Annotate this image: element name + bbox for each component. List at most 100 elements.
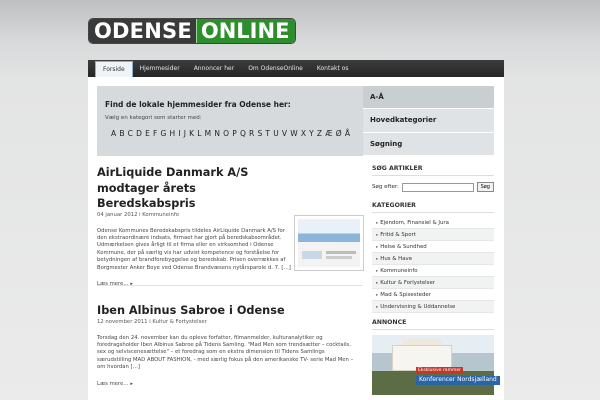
read-more-label: Læs mere... — [97, 280, 129, 287]
letter-link[interactable]: I — [178, 129, 180, 138]
nav-forside[interactable]: Forside — [95, 61, 133, 77]
letter-link[interactable]: W — [290, 129, 297, 138]
search-form: Søg efter: Søg — [372, 182, 494, 192]
search-button[interactable]: Søg — [476, 182, 494, 192]
letter-link[interactable]: N — [214, 129, 220, 138]
letter-link[interactable]: O — [223, 129, 229, 138]
tab-hovedkategorier[interactable]: Hovedkategorier — [363, 109, 494, 133]
content-area: Find de lokale hjemmesider fra Odense he… — [88, 77, 504, 400]
post-thumbnail[interactable] — [294, 215, 364, 271]
letter-link[interactable]: K — [189, 129, 194, 138]
letter-link[interactable]: C — [128, 129, 133, 138]
letter-link[interactable]: A — [111, 129, 116, 138]
arrow-right-icon: ▸ — [376, 221, 379, 226]
category-label: Mad & Spisesteder — [380, 292, 431, 298]
category-label: Fritid & Sport — [380, 232, 416, 238]
letter-link[interactable]: H — [170, 129, 176, 138]
logo-part-2: ONLINE — [195, 19, 296, 43]
ad-heading: ANNONCE — [372, 319, 494, 330]
letter-link[interactable]: T — [265, 129, 270, 138]
nav-annoncer-her[interactable]: Annoncer her — [187, 60, 242, 77]
read-more-link[interactable]: Læs mere... ▸ — [97, 381, 363, 387]
letter-link[interactable]: J — [184, 129, 186, 138]
letter-link[interactable]: Q — [240, 129, 246, 138]
sidebar: SØG ARTIKLER Søg efter: Søg KATEGORIER ▸… — [372, 165, 500, 395]
letter-link[interactable]: E — [145, 129, 150, 138]
nav-hjemmesider[interactable]: Hjemmesider — [133, 60, 187, 77]
category-label: Kommuneinfo — [380, 268, 418, 274]
tab-a-aa[interactable]: A-Å — [363, 86, 494, 110]
category-item[interactable]: ▸ Fritid & Sport — [372, 229, 494, 241]
letter-link[interactable]: B — [119, 129, 124, 138]
thumb-line — [326, 256, 352, 259]
directory-search-panel: Find de lokale hjemmesider fra Odense he… — [97, 86, 363, 156]
ad-brand: Konferencer Nordsjælland — [416, 376, 500, 385]
category-item[interactable]: ▸ Helse & Sundhed — [372, 241, 494, 253]
letter-link[interactable]: D — [136, 129, 142, 138]
nav-om-odenseonline[interactable]: Om OdenseOnline — [241, 60, 310, 77]
categories-heading: KATEGORIER — [372, 202, 494, 213]
panel-title: Find de lokale hjemmesider fra Odense he… — [105, 100, 291, 109]
letter-link[interactable]: Å — [345, 129, 350, 138]
post-title[interactable]: AirLiquide Danmark A/S modtager årets Be… — [97, 165, 295, 212]
search-label: Søg efter: — [372, 184, 399, 190]
letter-index: ABCDEFGHIJKLMNOPQRSTUVWXYZÆØÅ — [111, 129, 353, 138]
letter-link[interactable]: P — [232, 129, 237, 138]
post-title[interactable]: Iben Albinus Sabroe i Odense — [97, 303, 363, 319]
letter-link[interactable]: G — [161, 129, 167, 138]
letter-link[interactable]: S — [257, 129, 262, 138]
post-excerpt: Torsdag den 24. november kan du opleve f… — [97, 334, 354, 371]
nav-kontakt-os[interactable]: Kontakt os — [310, 60, 356, 77]
site-logo[interactable]: ODENSE ONLINE — [88, 18, 297, 44]
category-list: ▸ Ejendom, Finansiel & Jura ▸ Fritid & Spor… — [372, 217, 494, 313]
letter-link[interactable]: L — [197, 129, 201, 138]
thumb-line — [326, 251, 356, 254]
arrow-right-icon: ▸ — [376, 257, 379, 262]
category-item[interactable]: ▸ Ejendom, Finansiel & Jura — [372, 217, 494, 229]
thumb-block — [302, 251, 322, 259]
arrow-right-icon: ▸ — [376, 281, 379, 286]
panel-tabs: A-Å Hovedkategorier Søgning — [363, 86, 494, 156]
letter-link[interactable]: F — [153, 129, 157, 138]
tab-soegning[interactable]: Søgning — [363, 133, 494, 156]
category-item[interactable]: ▸ Undervisning & Uddannelse — [372, 301, 494, 313]
category-item[interactable]: ▸ Mad & Spisesteder — [372, 289, 494, 301]
thumbnail-image — [298, 219, 360, 267]
letter-link[interactable]: U — [273, 129, 279, 138]
arrow-right-icon: ▸ — [130, 280, 133, 287]
arrow-right-icon: ▸ — [376, 269, 379, 274]
ad-tagline: Eksklusive rammer — [416, 367, 463, 374]
read-more-label: Læs mere... — [97, 380, 129, 387]
category-item[interactable]: ▸ Hus & Have — [372, 253, 494, 265]
letter-link[interactable]: R — [249, 129, 254, 138]
category-item[interactable]: ▸ Kommuneinfo — [372, 265, 494, 277]
post-2: Iben Albinus Sabroe i Odense 12 november… — [97, 303, 363, 387]
arrow-right-icon: ▸ — [130, 380, 133, 387]
post-divider — [97, 285, 363, 286]
post-excerpt: Odense Kommunes Beredskabspris tildeles … — [97, 227, 291, 271]
arrow-right-icon: ▸ — [376, 305, 379, 310]
post-meta: 04 januar 2012 i Kommuneinfo — [97, 211, 179, 218]
letter-link[interactable]: X — [301, 129, 306, 138]
category-item[interactable]: ▸ Kultur & Forlystelser — [372, 277, 494, 289]
letter-link[interactable]: Z — [317, 129, 322, 138]
arrow-right-icon: ▸ — [376, 293, 379, 298]
category-label: Hus & Have — [380, 256, 413, 262]
letter-link[interactable]: Ø — [336, 129, 342, 138]
search-heading: SØG ARTIKLER — [372, 165, 494, 176]
read-more-link[interactable]: Læs mere... ▸ — [97, 281, 295, 287]
arrow-right-icon: ▸ — [376, 233, 379, 238]
panel-subtitle: Vælg en kategori som starter med: — [105, 115, 202, 121]
arrow-right-icon: ▸ — [376, 245, 379, 250]
post-meta: 12 november 2011 i Kultur & Fortystelser — [97, 318, 207, 325]
ad-banner[interactable]: Eksklusive rammer Konferencer Nordsjælla… — [372, 335, 500, 395]
post-1: AirLiquide Danmark A/S modtager årets Be… — [97, 165, 295, 287]
letter-link[interactable]: M — [205, 129, 211, 138]
category-label: Undervisning & Uddannelse — [380, 304, 456, 310]
letter-link[interactable]: Y — [309, 129, 314, 138]
category-label: Ejendom, Finansiel & Jura — [380, 220, 449, 226]
letter-link[interactable]: Æ — [325, 129, 332, 138]
search-input[interactable] — [401, 182, 474, 192]
letter-link[interactable]: V — [282, 129, 287, 138]
logo-part-1: ODENSE — [89, 19, 196, 43]
